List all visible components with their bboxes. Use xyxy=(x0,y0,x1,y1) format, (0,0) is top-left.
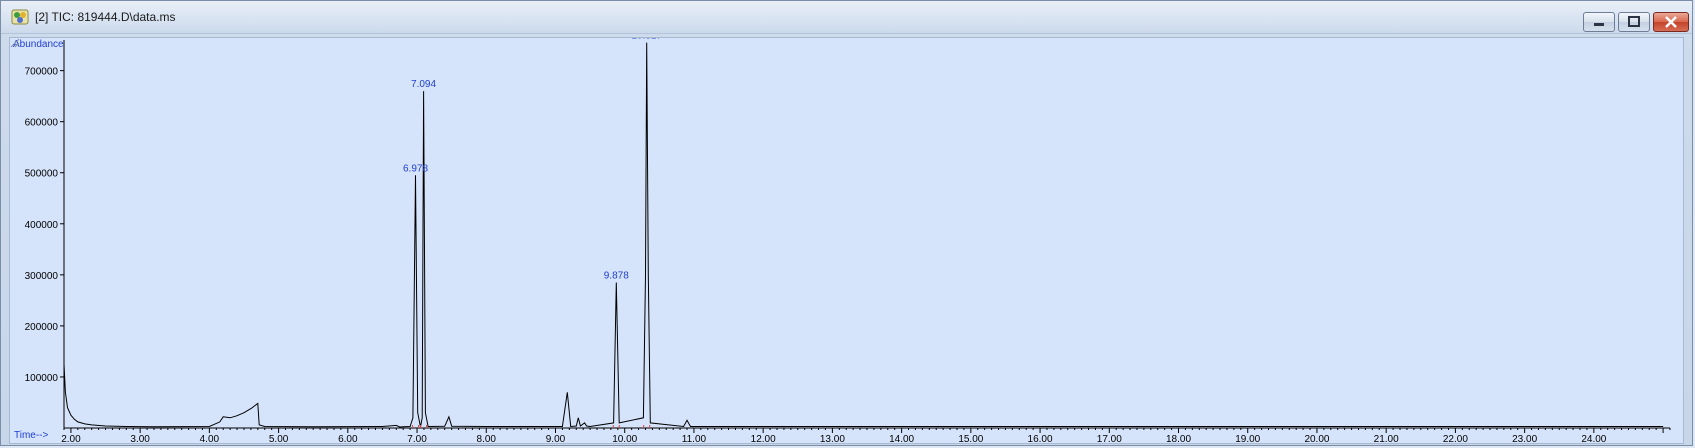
minimize-button[interactable] xyxy=(1583,12,1615,32)
x-tick-label: 19.00 xyxy=(1235,434,1260,443)
x-tick-label: 3.00 xyxy=(130,434,150,443)
y-tick-label: 500000 xyxy=(25,169,59,180)
y-tick-label: 600000 xyxy=(25,118,59,129)
window-title: [2] TIC: 819444.D\data.ms xyxy=(35,10,176,24)
window-titlebar[interactable]: [2] TIC: 819444.D\data.ms xyxy=(1,1,1692,34)
y-tick-label: 200000 xyxy=(25,322,59,333)
x-tick-label: 8.00 xyxy=(477,434,497,443)
maximize-icon xyxy=(1628,16,1640,27)
x-tick-label: 16.00 xyxy=(1028,434,1053,443)
peak-label: 10.317 xyxy=(631,38,662,42)
y-axis-label: Abundance xyxy=(13,39,64,50)
x-tick-label: 7.00 xyxy=(407,434,427,443)
x-tick-label: 17.00 xyxy=(1097,434,1122,443)
chromatogram-app-icon xyxy=(11,9,29,25)
x-tick-label: 2.00 xyxy=(61,434,81,443)
chromatogram-window: [2] TIC: 819444.D\data.ms 100000 200000 30… xyxy=(0,0,1693,446)
y-tick-label: 700000 xyxy=(25,67,59,78)
x-tick-label: 10.00 xyxy=(612,434,637,443)
x-tick-label: 9.00 xyxy=(546,434,566,443)
chromatogram-plot[interactable]: 100000 200000 300000 400000 500000 600000 7000… xyxy=(9,37,1684,444)
y-tick-label: 300000 xyxy=(25,271,59,282)
x-tick-label: 11.00 xyxy=(682,434,707,443)
x-tick-label: 12.00 xyxy=(751,434,776,443)
peak-label: 7.094 xyxy=(411,79,436,90)
minimize-icon xyxy=(1594,23,1604,26)
close-button[interactable] xyxy=(1653,12,1689,32)
x-tick-label: 21.00 xyxy=(1374,434,1399,443)
x-tick-label: 15.00 xyxy=(958,434,983,443)
x-tick-label: 22.00 xyxy=(1443,434,1468,443)
y-tick-label: 400000 xyxy=(25,220,59,231)
x-tick-label: 5.00 xyxy=(269,434,289,443)
maximize-button[interactable] xyxy=(1618,12,1650,32)
chromatogram-svg: 100000 200000 300000 400000 500000 600000 7000… xyxy=(25,38,1671,443)
resize-grip-icon[interactable] xyxy=(10,38,20,48)
x-tick-label: 6.00 xyxy=(338,434,358,443)
peak-label: 6.978 xyxy=(403,163,428,174)
x-axis-label: Time--> xyxy=(14,430,49,441)
x-tick-label: 4.00 xyxy=(200,434,220,443)
x-tick-label: 20.00 xyxy=(1304,434,1329,443)
x-tick-label: 24.00 xyxy=(1581,434,1606,443)
x-tick-label: 14.00 xyxy=(889,434,914,443)
x-tick-label: 13.00 xyxy=(820,434,845,443)
x-tick-label: 23.00 xyxy=(1512,434,1537,443)
peak-label: 9.878 xyxy=(604,271,629,282)
x-tick-label: 18.00 xyxy=(1166,434,1191,443)
y-tick-label: 100000 xyxy=(25,373,59,384)
close-icon xyxy=(1665,16,1677,28)
tic-trace-line xyxy=(63,42,1664,428)
